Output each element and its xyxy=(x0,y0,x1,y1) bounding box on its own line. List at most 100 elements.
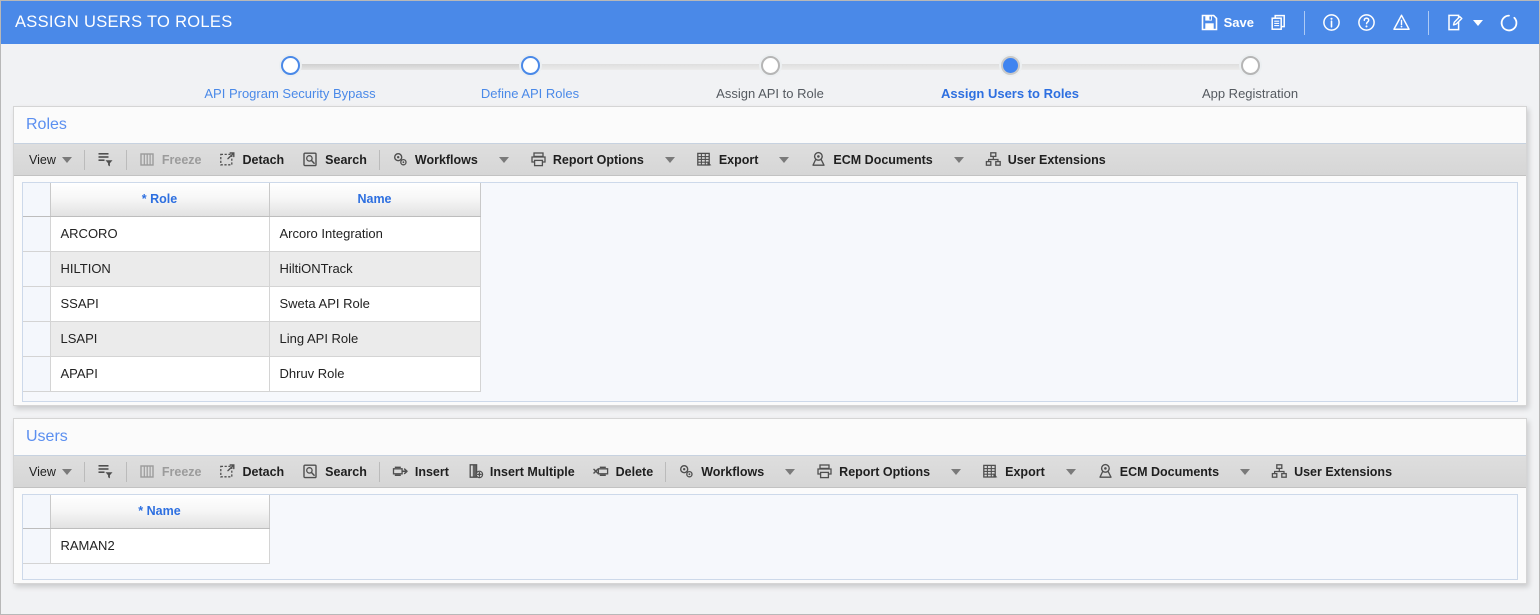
roles_panel-cell-role[interactable]: APAPI xyxy=(50,356,270,392)
roles_panel-cell-role[interactable]: HILTION xyxy=(50,251,270,287)
train-stop-marker[interactable] xyxy=(1000,56,1020,75)
edit-note-icon xyxy=(1446,13,1465,32)
roles-detach-query-icon-button[interactable] xyxy=(88,144,123,175)
roles_panel-cell-name[interactable]: Sweta API Role xyxy=(269,286,481,322)
train-stop-marker[interactable] xyxy=(1240,56,1260,75)
users-user-extensions-label: User Extensions xyxy=(1294,464,1393,479)
chevron-down-icon xyxy=(1240,468,1251,475)
users-delete-label: Delete xyxy=(615,464,654,479)
users-user-extensions-button[interactable]: User Extensions xyxy=(1262,456,1401,487)
save-button[interactable]: Save xyxy=(1193,10,1262,35)
help-button[interactable] xyxy=(1349,9,1384,36)
users-panel-title: Users xyxy=(26,428,68,445)
train-stop-1[interactable]: API Program Security Bypass xyxy=(170,56,530,101)
column-header-name[interactable]: Name xyxy=(269,183,481,217)
workflows-gears-icon xyxy=(678,463,695,480)
roles_panel-cell-name[interactable]: Ling API Role xyxy=(269,321,481,357)
users-insert-multiple-button[interactable]: Insert Multiple xyxy=(458,456,584,487)
insert-multiple-icon xyxy=(467,463,484,480)
row-selector-cell[interactable] xyxy=(23,216,51,252)
roles_panel-cell-name[interactable]: Arcoro Integration xyxy=(269,216,481,252)
info-button[interactable] xyxy=(1314,9,1349,36)
roles-export-dropdown[interactable] xyxy=(767,144,801,175)
users-workflows-dropdown[interactable] xyxy=(773,456,807,487)
table-row[interactable]: APAPI Dhruv Role xyxy=(23,356,481,392)
users-workflows-button[interactable]: Workflows xyxy=(669,456,773,487)
users-report-options-button[interactable]: Report Options xyxy=(807,456,939,487)
table-row[interactable]: HILTION HiltiONTrack xyxy=(23,251,481,287)
users-detach-button[interactable]: Detach xyxy=(210,456,293,487)
roles-detach-button[interactable]: Detach xyxy=(210,144,293,175)
users-ecm-documents-button[interactable]: ECM Documents xyxy=(1088,456,1228,487)
users-table: * Name RAMAN2 xyxy=(23,495,270,564)
table-row[interactable]: LSAPI Ling API Role xyxy=(23,321,481,357)
help-circle-icon xyxy=(1357,13,1376,32)
train-stop-marker[interactable] xyxy=(280,56,300,75)
row-selector-cell[interactable] xyxy=(23,286,51,322)
users-freeze-button: Freeze xyxy=(130,456,211,487)
users-insert-button[interactable]: Insert xyxy=(383,456,458,487)
chevron-down-icon xyxy=(664,156,675,163)
wizard-train: API Program Security Bypass Define API Ro… xyxy=(1,44,1539,106)
roles_panel-cell-role[interactable]: LSAPI xyxy=(50,321,270,357)
table-row[interactable]: RAMAN2 xyxy=(23,528,270,564)
warning-button[interactable] xyxy=(1384,9,1419,36)
table-row[interactable]: SSAPI Sweta API Role xyxy=(23,286,481,322)
roles-view-menu[interactable]: View xyxy=(20,144,81,175)
roles-ecm-documents-label: ECM Documents xyxy=(833,152,933,167)
row-selector-cell[interactable] xyxy=(23,356,51,392)
users-detach-query-icon-button[interactable] xyxy=(88,456,123,487)
page-title: ASSIGN USERS TO ROLES xyxy=(15,13,233,31)
users-workflows-label: Workflows xyxy=(701,464,765,479)
insert-row-icon xyxy=(392,463,409,480)
users_panel-cell-name[interactable]: RAMAN2 xyxy=(50,528,270,564)
duplicate-button[interactable] xyxy=(1262,10,1295,35)
roles-workflows-dropdown[interactable] xyxy=(487,144,521,175)
train-stop-label: API Program Security Bypass xyxy=(204,86,376,101)
users-report-options-dropdown[interactable] xyxy=(939,456,973,487)
users-export-dropdown[interactable] xyxy=(1054,456,1088,487)
row-selector-cell[interactable] xyxy=(23,321,51,357)
roles-report-options-button[interactable]: Report Options xyxy=(521,144,653,175)
train-stop-marker[interactable] xyxy=(520,56,540,75)
column-header-role[interactable]: * Role xyxy=(50,183,270,217)
users-view-menu[interactable]: View xyxy=(20,456,81,487)
train-stop-marker[interactable] xyxy=(760,56,780,75)
roles-ecm-documents-button[interactable]: ECM Documents xyxy=(801,144,941,175)
row-selector-cell[interactable] xyxy=(23,251,51,287)
users-ecm-documents-dropdown[interactable] xyxy=(1228,456,1262,487)
roles-user-extensions-button[interactable]: User Extensions xyxy=(976,144,1115,175)
users-grid-area: * Name RAMAN2 xyxy=(22,494,1518,580)
train-stop-label: Assign Users to Roles xyxy=(941,86,1079,101)
roles-search-button[interactable]: Search xyxy=(293,144,376,175)
chevron-down-icon xyxy=(61,468,72,475)
train-stop-5[interactable]: App Registration xyxy=(1130,56,1370,101)
train-stop-3[interactable]: Assign API to Role xyxy=(650,56,1010,101)
users-export-button[interactable]: Export xyxy=(973,456,1054,487)
table-row[interactable]: ARCORO Arcoro Integration xyxy=(23,216,481,252)
refresh-button[interactable] xyxy=(1491,9,1527,37)
notes-button[interactable] xyxy=(1438,9,1491,36)
detach-icon xyxy=(219,463,236,480)
freeze-columns-icon xyxy=(139,151,156,168)
row-selector-cell[interactable] xyxy=(23,528,51,564)
warning-triangle-icon xyxy=(1392,13,1411,32)
train-stop-4[interactable]: Assign Users to Roles xyxy=(890,56,1250,101)
roles-export-button[interactable]: Export xyxy=(687,144,768,175)
roles_panel-cell-role[interactable]: ARCORO xyxy=(50,216,270,252)
export-spreadsheet-icon xyxy=(696,151,713,168)
roles-user-extensions-label: User Extensions xyxy=(1007,152,1106,167)
users-delete-button[interactable]: Delete xyxy=(584,456,663,487)
roles-ecm-documents-dropdown[interactable] xyxy=(942,144,976,175)
roles_panel-cell-name[interactable]: Dhruv Role xyxy=(269,356,481,392)
header-separator-1 xyxy=(1304,10,1305,35)
roles-export-label: Export xyxy=(718,152,759,167)
roles-report-options-dropdown[interactable] xyxy=(653,144,687,175)
printer-icon xyxy=(816,463,833,480)
users-search-button[interactable]: Search xyxy=(293,456,376,487)
roles-workflows-button[interactable]: Workflows xyxy=(383,144,487,175)
column-header-name[interactable]: * Name xyxy=(50,495,270,529)
roles_panel-cell-role[interactable]: SSAPI xyxy=(50,286,270,322)
train-stop-2[interactable]: Define API Roles xyxy=(410,56,770,101)
roles_panel-cell-name[interactable]: HiltiONTrack xyxy=(269,251,481,287)
